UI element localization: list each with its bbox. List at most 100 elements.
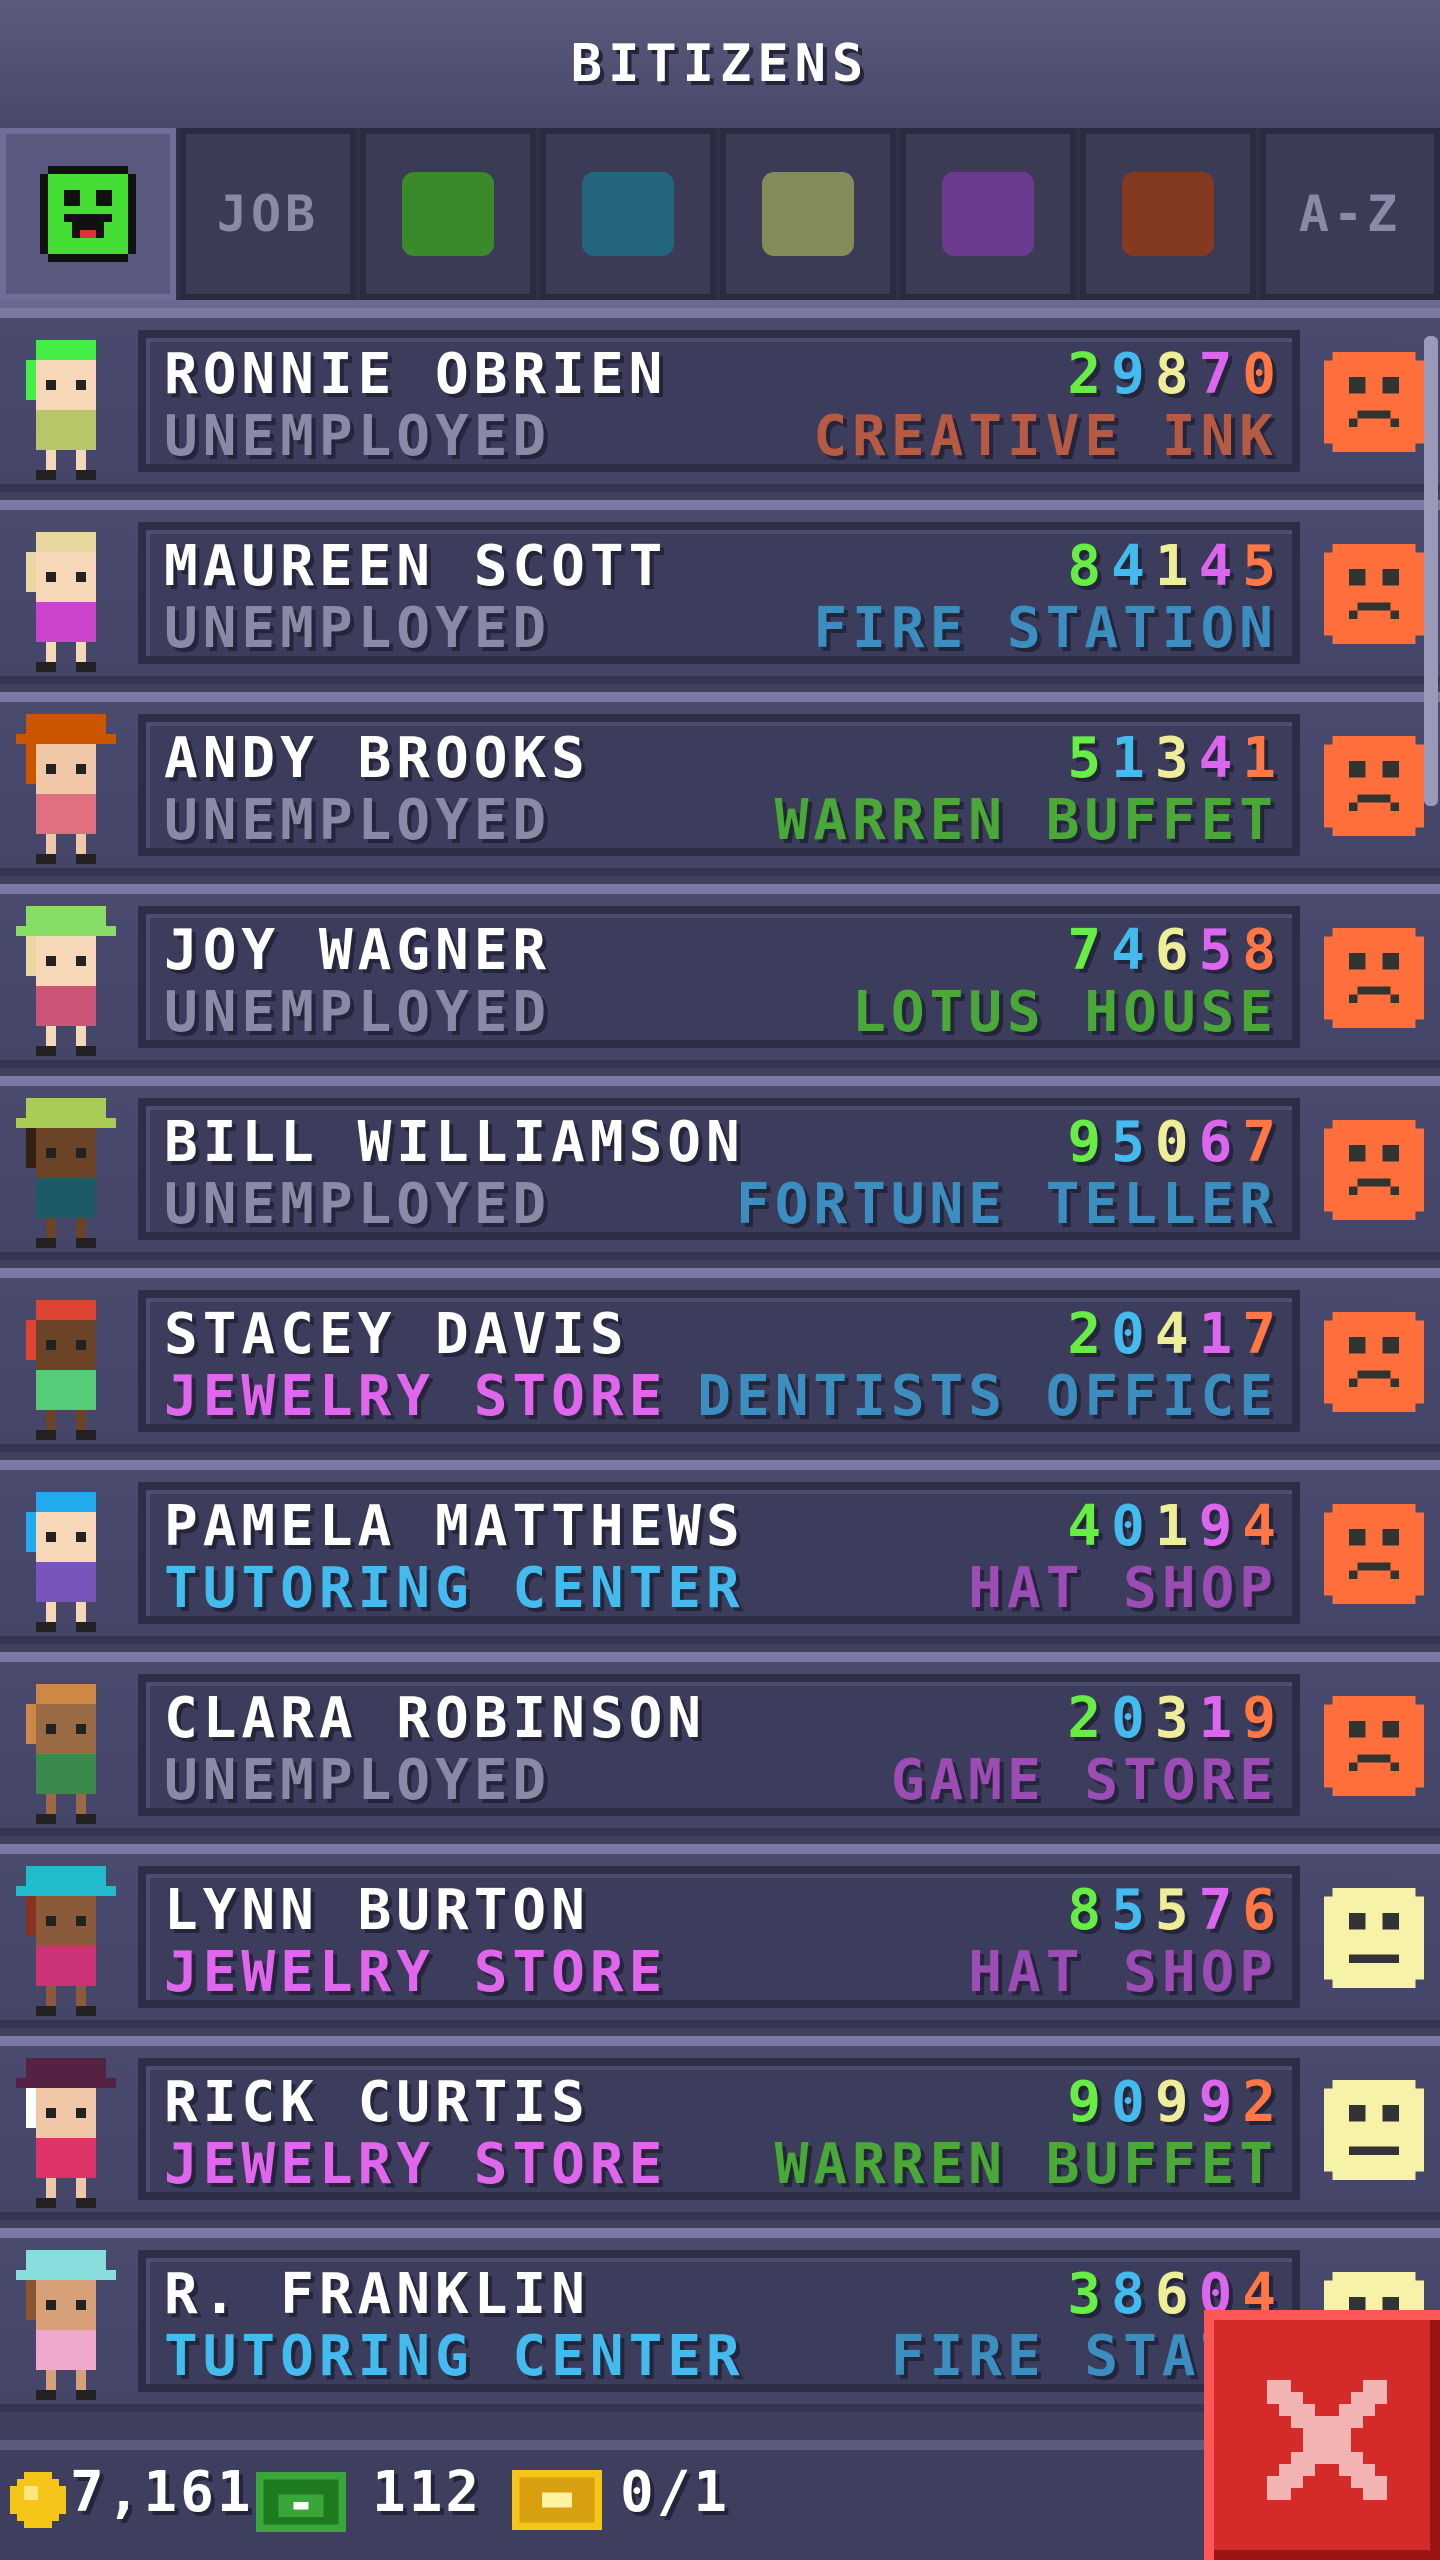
mood-face-icon <box>1324 2080 1424 2180</box>
bitizen-avatar <box>16 1098 116 1248</box>
bitizen-dream-job: DENTISTS OFFICE <box>697 1364 1278 1429</box>
stat-digit: 9 <box>1067 1110 1112 1175</box>
tab-job[interactable]: JOB <box>180 128 356 300</box>
stat-digit: 4 <box>1198 534 1243 599</box>
bitizen-row[interactable]: BILL WILLIAMSON UNEMPLOYED 95067 FORTUNE… <box>0 1076 1440 1260</box>
bitizen-avatar <box>16 2058 116 2208</box>
golden-ticket-icon <box>512 2470 602 2530</box>
bitizen-row[interactable]: RONNIE OBRIEN UNEMPLOYED 29870 CREATIVE … <box>0 308 1440 492</box>
stat-digit: 0 <box>1111 2070 1155 2135</box>
bitizen-job: TUTORING CENTER <box>164 2324 745 2389</box>
bitizen-row[interactable]: ANDY BROOKS UNEMPLOYED 51341 WARREN BUFF… <box>0 692 1440 876</box>
stat-digit: 5 <box>1154 1878 1199 1943</box>
stat-digit: 7 <box>1242 1302 1286 1367</box>
bitizen-info-panel: R. FRANKLIN TUTORING CENTER 38604 FIRE S… <box>138 2250 1300 2392</box>
stat-digit: 0 <box>1111 1686 1155 1751</box>
bitizen-row[interactable]: RICK CURTIS JEWELRY STORE 90992 WARREN B… <box>0 2036 1440 2220</box>
bitizen-dream-job: FORTUNE TELLER <box>735 1172 1278 1237</box>
bitizen-info-panel: LYNN BURTON JEWELRY STORE 85576 HAT SHOP <box>138 1866 1300 2008</box>
bitizen-row[interactable]: PAMELA MATTHEWS TUTORING CENTER 40194 HA… <box>0 1460 1440 1644</box>
brown-swatch-icon <box>1122 172 1214 256</box>
stat-digit: 3 <box>1067 2262 1112 2327</box>
bitizen-row[interactable]: STACEY DAVIS JEWELRY STORE 20417 DENTIST… <box>0 1268 1440 1452</box>
bitizen-info-panel: BILL WILLIAMSON UNEMPLOYED 95067 FORTUNE… <box>138 1098 1300 1240</box>
stat-digit: 0 <box>1242 342 1286 407</box>
bitizen-avatar <box>16 714 116 864</box>
bitizen-info-panel: ANDY BROOKS UNEMPLOYED 51341 WARREN BUFF… <box>138 714 1300 856</box>
stat-digit: 2 <box>1067 1686 1112 1751</box>
bitizen-avatar <box>16 906 116 1056</box>
bitizen-dream-job: CREATIVE INK <box>813 404 1278 469</box>
stat-digit: 4 <box>1067 1494 1112 1559</box>
bitizen-avatar <box>26 340 96 480</box>
bitizen-name: ANDY BROOKS <box>164 726 590 791</box>
tab-color-olive[interactable] <box>720 128 896 300</box>
bitizen-stats: 84145 <box>1067 534 1286 599</box>
tab-a-z[interactable]: A-Z <box>1260 128 1440 300</box>
tab-color-blue[interactable] <box>540 128 716 300</box>
close-x-icon <box>1267 2380 1387 2500</box>
bitizen-stats: 74658 <box>1067 918 1286 983</box>
stat-digit: 5 <box>1111 1878 1155 1943</box>
bitizen-info-panel: RONNIE OBRIEN UNEMPLOYED 29870 CREATIVE … <box>138 330 1300 472</box>
ticket-count: 0/1 <box>620 2460 731 2525</box>
stat-digit: 1 <box>1242 726 1286 791</box>
bitizen-stats: 20417 <box>1067 1302 1286 1367</box>
stat-digit: 4 <box>1242 1494 1286 1559</box>
stat-digit: 2 <box>1242 2070 1286 2135</box>
bux-icon <box>256 2472 346 2532</box>
tab-mood[interactable] <box>0 128 176 300</box>
scrollbar[interactable] <box>1424 336 1438 806</box>
stat-digit: 1 <box>1111 726 1155 791</box>
bitizen-name: R. FRANKLIN <box>164 2262 590 2327</box>
coin-count: 7,161 <box>70 2460 254 2525</box>
bitizen-name: RICK CURTIS <box>164 2070 590 2135</box>
bitizen-row[interactable]: MAUREEN SCOTT UNEMPLOYED 84145 FIRE STAT… <box>0 500 1440 684</box>
stat-digit: 4 <box>1111 918 1155 983</box>
tab-color-brown[interactable] <box>1080 128 1256 300</box>
stat-digit: 4 <box>1198 726 1243 791</box>
bitizen-name: PAMELA MATTHEWS <box>164 1494 745 1559</box>
bitizen-dream-job: WARREN BUFFET <box>774 788 1278 853</box>
bitizen-stats: 29870 <box>1067 342 1286 407</box>
tab-color-purple[interactable] <box>900 128 1076 300</box>
bitizen-row[interactable]: CLARA ROBINSON UNEMPLOYED 20319 GAME STO… <box>0 1652 1440 1836</box>
bitizen-stats: 90992 <box>1067 2070 1286 2135</box>
bitizen-avatar <box>26 1492 96 1632</box>
bitizen-row[interactable]: LYNN BURTON JEWELRY STORE 85576 HAT SHOP <box>0 1844 1440 2028</box>
tab-color-green[interactable] <box>360 128 536 300</box>
stat-digit: 9 <box>1198 1494 1243 1559</box>
bitizen-name: MAUREEN SCOTT <box>164 534 668 599</box>
bitizen-name: STACEY DAVIS <box>164 1302 629 1367</box>
bitizen-row[interactable]: JOY WAGNER UNEMPLOYED 74658 LOTUS HOUSE <box>0 884 1440 1068</box>
coin-icon <box>10 2472 66 2528</box>
bitizen-job: TUTORING CENTER <box>164 1556 745 1621</box>
stat-digit: 9 <box>1111 342 1155 407</box>
stat-digit: 5 <box>1111 1110 1155 1175</box>
stat-digit: 8 <box>1242 918 1286 983</box>
stat-digit: 7 <box>1198 342 1243 407</box>
mood-face-icon <box>1324 1504 1424 1604</box>
stat-digit: 4 <box>1154 1302 1199 1367</box>
bitizen-avatar <box>26 1300 96 1440</box>
tab-a-z-label: A-Z <box>1298 185 1402 243</box>
bitizen-name: LYNN BURTON <box>164 1878 590 1943</box>
bitizen-dream-job: GAME STORE <box>890 1748 1278 1813</box>
bitizen-job: JEWELRY STORE <box>164 2132 668 2197</box>
bitizen-name: JOY WAGNER <box>164 918 552 983</box>
close-button[interactable] <box>1204 2310 1440 2560</box>
stat-digit: 6 <box>1198 1110 1243 1175</box>
bitizen-job: JEWELRY STORE <box>164 1940 668 2005</box>
stat-digit: 0 <box>1111 1494 1155 1559</box>
stat-digit: 9 <box>1154 2070 1199 2135</box>
purple-swatch-icon <box>942 172 1034 256</box>
smiley-icon <box>40 166 136 262</box>
bitizen-dream-job: FIRE STATION <box>813 596 1278 661</box>
bitizen-info-panel: PAMELA MATTHEWS TUTORING CENTER 40194 HA… <box>138 1482 1300 1624</box>
bitizen-stats: 20319 <box>1067 1686 1286 1751</box>
stat-digit: 9 <box>1198 2070 1243 2135</box>
stat-digit: 6 <box>1242 1878 1286 1943</box>
bitizen-stats: 85576 <box>1067 1878 1286 1943</box>
bitizen-name: RONNIE OBRIEN <box>164 342 668 407</box>
bitizen-info-panel: STACEY DAVIS JEWELRY STORE 20417 DENTIST… <box>138 1290 1300 1432</box>
